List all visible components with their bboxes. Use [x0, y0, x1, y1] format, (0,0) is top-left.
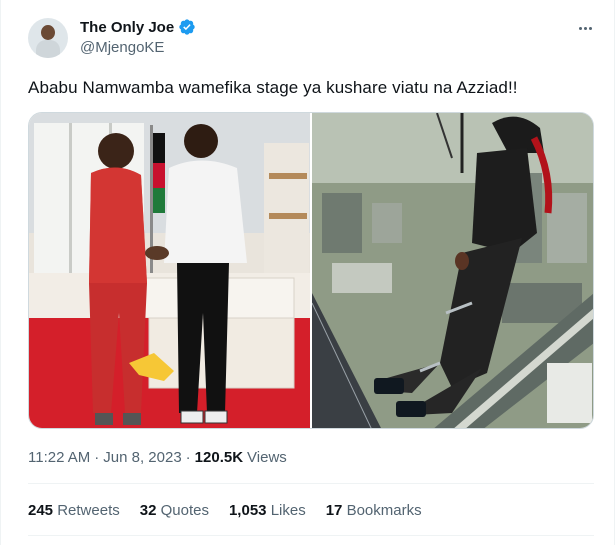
tweet-card: The Only Joe @MjengoKE Ababu Namwamba wa… — [0, 0, 615, 545]
stat-label: Bookmarks — [346, 502, 422, 519]
stat-bookmarks[interactable]: 17 Bookmarks — [326, 502, 422, 519]
divider — [28, 535, 594, 536]
meta-separator: · — [94, 449, 100, 466]
avatar-head — [41, 25, 55, 40]
views-label: Views — [247, 449, 287, 466]
stat-likes[interactable]: 1,053 Likes — [229, 502, 306, 519]
author-name-row[interactable]: The Only Joe — [80, 18, 196, 36]
photo-office-handshake-illustration — [29, 113, 310, 428]
stat-count: 245 — [28, 502, 54, 519]
stat-quotes[interactable]: 32 Quotes — [140, 502, 209, 519]
divider — [28, 483, 594, 484]
author-display-name[interactable]: The Only Joe — [80, 19, 174, 36]
avatar-body — [36, 40, 60, 58]
stat-retweets[interactable]: 245 Retweets — [28, 502, 120, 519]
tweet-text: Ababu Namwamba wamefika stage ya kushare… — [28, 78, 518, 97]
stat-label: Quotes — [160, 502, 209, 519]
photo-edge-walk-illustration — [312, 113, 593, 428]
views-count: 120.5K — [194, 449, 244, 466]
tweet-meta: 11:22 AM · Jun 8, 2023 · 120.5K Views — [28, 449, 287, 466]
stat-count: 32 — [139, 502, 157, 519]
stat-count: 17 — [325, 502, 343, 519]
photo-edge-walk[interactable] — [312, 113, 593, 428]
stat-label: Retweets — [57, 502, 120, 519]
stat-label: Likes — [270, 502, 306, 519]
media-grid — [28, 112, 594, 429]
tweet-date[interactable]: Jun 8, 2023 — [103, 449, 181, 466]
engagement-stats: 245 Retweets 32 Quotes 1,053 Likes 17 Bo… — [28, 502, 422, 519]
verified-badge-icon — [179, 19, 195, 35]
tweet-time[interactable]: 11:22 AM — [28, 449, 90, 466]
avatar[interactable] — [28, 18, 68, 58]
photo-office-handshake[interactable] — [29, 113, 310, 428]
author-handle[interactable]: @MjengoKE — [80, 39, 164, 56]
stat-count: 1,053 — [228, 502, 267, 519]
meta-separator: · — [185, 449, 191, 466]
more-icon[interactable] — [575, 18, 595, 38]
